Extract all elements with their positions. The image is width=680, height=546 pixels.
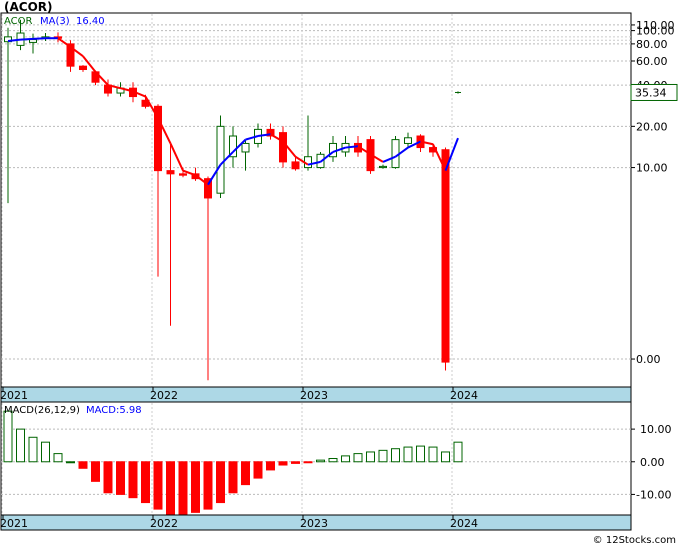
macd-bar [253, 461, 263, 479]
ma-segment [7, 38, 21, 42]
macd-bar [153, 461, 163, 510]
last-price-box: 35.34 [630, 83, 678, 101]
macd-tick-label: -10.00 [636, 488, 671, 501]
legend-symbol: ACOR [4, 16, 33, 27]
macd-bar [341, 455, 350, 463]
legend-ma-label: MA(3) [40, 16, 70, 27]
macd-x-label: 2021 [0, 517, 28, 530]
macd-bar [53, 453, 63, 463]
footer-credit: © 12Stocks.com [592, 535, 676, 546]
price-x-label: 2021 [0, 389, 28, 402]
macd-bar [291, 461, 300, 464]
macd-bar [366, 451, 375, 463]
ma-segment [32, 37, 46, 40]
macd-bar [228, 461, 238, 494]
macd-bar [16, 428, 25, 463]
legend-ma-value: 16.40 [76, 16, 105, 27]
price-x-label: 2022 [150, 389, 178, 402]
macd-bar [428, 446, 438, 463]
price-tick-label: 10.00 [636, 162, 668, 175]
macd-tick-label: 0.00 [640, 456, 665, 469]
macd-bar [378, 449, 388, 463]
macd-bar [116, 461, 125, 495]
macd-x-label: 2023 [300, 517, 328, 530]
price-tick-label: 80.00 [636, 38, 668, 51]
candle-body [291, 161, 300, 170]
macd-bar [203, 461, 213, 510]
price-x-label: 2024 [450, 389, 478, 402]
price-tick-label: 20.00 [636, 120, 668, 133]
macd-bar [41, 441, 50, 463]
price-axis: 110.00100.0080.0060.0040.0020.0010.000.0… [631, 19, 675, 366]
macd-bar [28, 436, 38, 463]
macd-bar [191, 461, 200, 513]
ma-segment [20, 37, 34, 41]
price-tick-label: 0.00 [636, 353, 661, 366]
macd-bar [178, 461, 188, 515]
candle-body [179, 173, 187, 176]
macd-bar [453, 441, 463, 463]
candle-body [391, 139, 400, 169]
candle-body [241, 142, 250, 153]
price-panel [0, 12, 632, 388]
macd-bar [66, 461, 75, 464]
macd-bar [141, 461, 150, 504]
macd-x-label: 2024 [450, 517, 478, 530]
macd-bar [3, 410, 13, 463]
price-tick-label: 60.00 [636, 55, 668, 68]
macd-x-label: 2022 [150, 517, 178, 530]
ma-segment [345, 145, 359, 149]
last-price-label: 35.34 [635, 86, 667, 99]
macd-bar [441, 451, 450, 463]
macd-bar [416, 445, 425, 463]
candle-body [404, 137, 412, 144]
price-x-label: 2023 [300, 389, 328, 402]
price-tick-label: 100.00 [636, 25, 675, 38]
candle-body [441, 149, 450, 363]
macd-panel [0, 401, 632, 516]
macd-bar [103, 461, 113, 494]
candle-body [216, 125, 225, 194]
macd-bar [128, 461, 138, 499]
macd-tick-label: 10.00 [640, 423, 672, 436]
macd-bar [78, 461, 88, 469]
macd-legend-value: MACD:5.98 [86, 405, 142, 416]
macd-axis: 10.00 0.00 -10.00 [631, 423, 672, 501]
macd-bar [91, 461, 100, 482]
macd-bar [216, 461, 225, 504]
candle-body [379, 165, 387, 169]
candle-body [154, 105, 162, 172]
macd-bar [266, 461, 275, 471]
macd-bar [303, 461, 313, 464]
macd-bar [166, 461, 175, 515]
candle-body [279, 132, 287, 163]
candle-body [166, 170, 175, 175]
macd-bar [391, 448, 400, 463]
macd-legend-label: MACD(26,12,9) [4, 405, 80, 416]
macd-bar [278, 461, 288, 466]
macd-bar [353, 453, 363, 463]
macd-bar [241, 461, 250, 486]
macd-bar [328, 458, 338, 463]
chart-canvas: 110.00100.0080.0060.0040.0020.0010.000.0… [0, 12, 678, 531]
macd-bar [316, 459, 325, 463]
candle-body [79, 65, 87, 71]
macd-bar [403, 446, 413, 463]
